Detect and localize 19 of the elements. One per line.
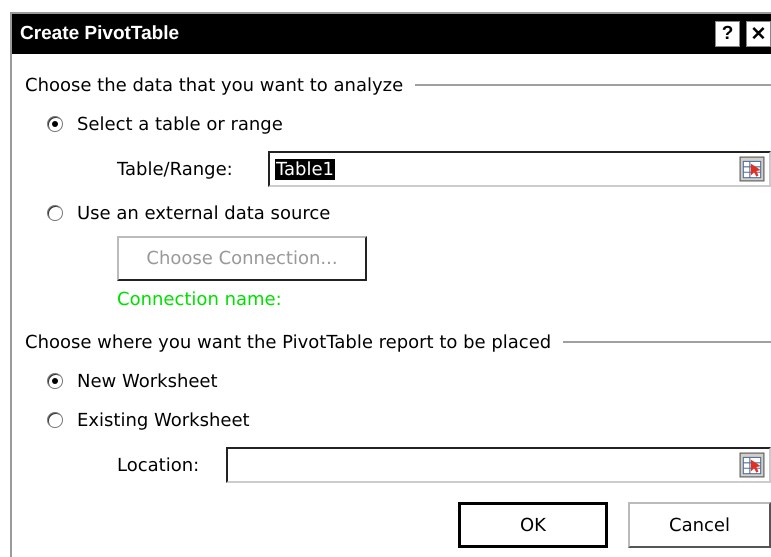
field-label: Table/Range: [117,158,234,180]
range-picker-icon[interactable] [739,156,765,182]
section-heading: Choose where you want the PivotTable report to be placed [25,332,552,352]
radio-option[interactable]: Select a table or range [47,111,283,137]
range-field[interactable]: Table1 [268,151,771,187]
radio-option[interactable]: Existing Worksheet [47,407,250,433]
radio-option[interactable]: New Worksheet [47,368,218,394]
field-label: Location: [117,454,200,476]
range-field[interactable] [226,447,771,483]
ok-button[interactable]: OK [458,502,608,548]
window-title: Create PivotTable [20,23,180,45]
close-button[interactable]: ✕ [746,21,771,47]
section-heading: Choose the data that you want to analyze [25,74,404,96]
connection-name-label: Connection name: [117,289,282,310]
radio-option[interactable]: Use an external data source [47,200,330,226]
cancel-button[interactable]: Cancel [628,502,771,548]
field-value: Table1 [275,158,335,180]
range-picker-icon[interactable] [739,452,765,478]
help-button[interactable]: ? [715,21,740,47]
